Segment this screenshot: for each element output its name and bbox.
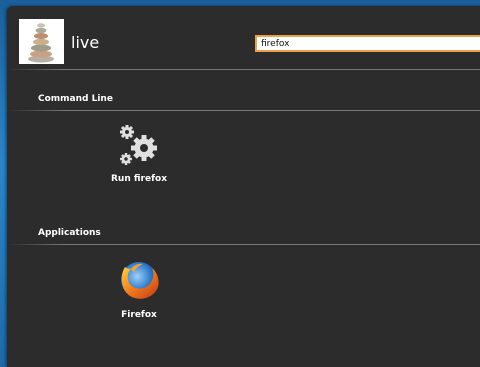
user-name: live [71, 33, 100, 52]
section-divider-applications [7, 244, 480, 245]
section-title-command-line: Command Line [38, 94, 113, 104]
stone-stack-icon [19, 19, 64, 64]
result-label: Run firefox [111, 174, 167, 184]
result-firefox[interactable]: Firefox [94, 257, 184, 320]
section-divider-command-line [7, 110, 480, 111]
result-label: Firefox [121, 310, 157, 320]
user-avatar[interactable] [19, 19, 64, 64]
header-divider [7, 69, 480, 70]
gears-icon [94, 123, 184, 171]
result-run-firefox[interactable]: Run firefox [94, 123, 184, 184]
search-input[interactable] [255, 35, 480, 52]
firefox-icon [94, 257, 184, 307]
launcher-panel: live Command Line [7, 6, 480, 367]
section-title-applications: Applications [38, 228, 101, 238]
